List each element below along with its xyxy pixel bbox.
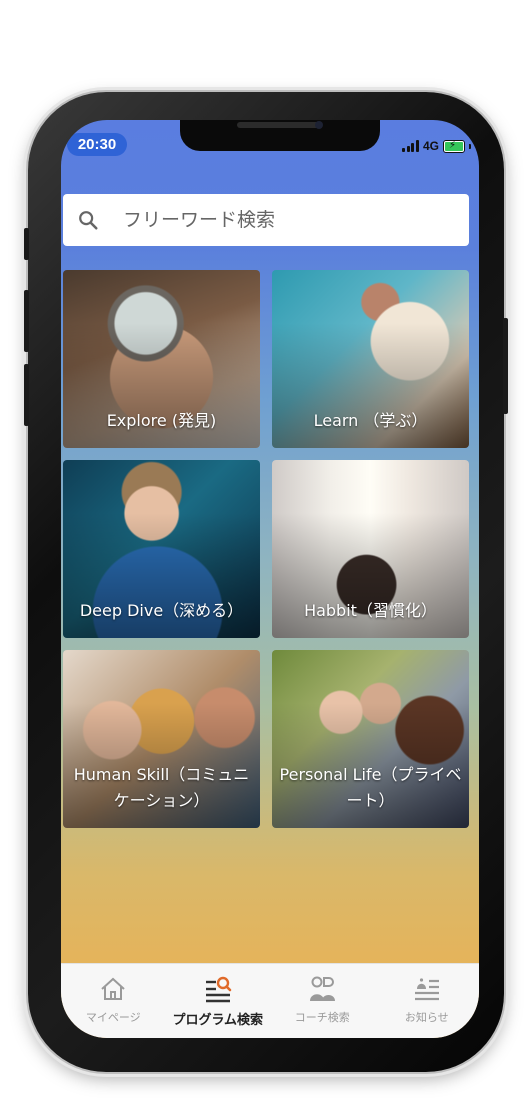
tab-mypage[interactable]: マイページ <box>61 964 166 1038</box>
mute-switch <box>24 228 29 260</box>
category-label: Explore (発見) <box>106 411 217 430</box>
front-camera <box>315 121 323 129</box>
app-screen: 20:30 4G ⚡ Explore (発見) Learn （学ぶ） Deep … <box>61 120 479 1038</box>
notification-icon <box>414 978 439 1001</box>
tab-label: マイページ <box>85 1011 141 1024</box>
category-card-human-skill[interactable]: Human Skill（コミュニケーション） <box>63 650 260 828</box>
category-label: Deep Dive（深める） <box>79 601 244 620</box>
category-card-deep-dive[interactable]: Deep Dive（深める） <box>63 460 260 638</box>
search-icon[interactable] <box>77 209 99 231</box>
network-type: 4G <box>422 139 439 153</box>
tab-program-search[interactable]: プログラム検索 <box>166 964 271 1038</box>
notch <box>180 120 380 151</box>
signal-icon <box>402 140 419 152</box>
category-label: Habbit（習慣化） <box>304 601 437 620</box>
volume-up-button <box>24 290 29 352</box>
category-label: Learn （学ぶ） <box>313 411 428 430</box>
home-icon <box>101 977 125 1000</box>
bottom-tab-bar: マイページ プログラム検索 コーチ検索 お知らせ <box>61 963 479 1038</box>
tab-label: お知らせ <box>404 1011 449 1024</box>
tab-label: プログラム検索 <box>172 1013 264 1028</box>
speaker-grille <box>237 122 319 128</box>
tab-coach-search[interactable]: コーチ検索 <box>270 964 375 1038</box>
volume-down-button <box>24 364 29 426</box>
coach-icon <box>310 976 336 1001</box>
status-time: 20:30 <box>67 133 127 156</box>
tab-notifications[interactable]: お知らせ <box>375 964 480 1038</box>
program-search-icon <box>205 976 232 1003</box>
category-label: Human Skill（コミュニケーション） <box>73 765 250 810</box>
search-input[interactable] <box>121 208 445 232</box>
search-bar[interactable] <box>63 194 469 246</box>
category-card-learn[interactable]: Learn （学ぶ） <box>272 270 469 448</box>
power-button <box>503 318 508 414</box>
battery-cap <box>469 143 471 149</box>
category-card-personal-life[interactable]: Personal Life（プライベート） <box>272 650 469 828</box>
category-card-habbit[interactable]: Habbit（習慣化） <box>272 460 469 638</box>
battery-icon: ⚡ <box>443 139 465 153</box>
category-label: Personal Life（プライベート） <box>279 765 462 810</box>
tab-label: コーチ検索 <box>294 1011 350 1024</box>
status-indicators: 4G ⚡ <box>402 138 471 154</box>
category-card-explore[interactable]: Explore (発見) <box>63 270 260 448</box>
